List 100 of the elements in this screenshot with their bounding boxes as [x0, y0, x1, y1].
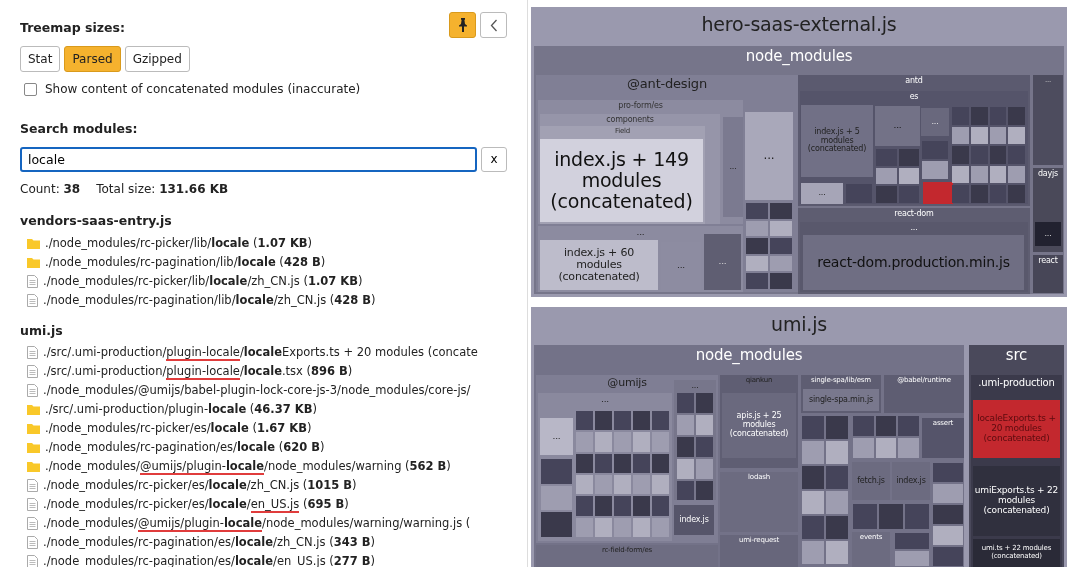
treemap-cell[interactable] — [895, 550, 929, 566]
pin-button[interactable] — [449, 12, 476, 38]
treemap-cell[interactable] — [970, 185, 988, 203]
treemap-cell[interactable] — [952, 185, 969, 203]
treemap-cell[interactable] — [970, 107, 988, 125]
treemap-group[interactable]: antd es index.js + 5 modules (concatenated) ... ... ... — [798, 75, 1030, 206]
module-path[interactable]: ./node_modules/rc-picker/es/locale/zh_CN.js (1015 B) — [43, 476, 357, 496]
treemap-cell[interactable] — [696, 459, 713, 479]
treemap-cell[interactable] — [614, 411, 631, 431]
treemap-cell[interactable] — [677, 415, 694, 435]
treemap-group[interactable] — [534, 345, 964, 567]
treemap-cell[interactable] — [802, 441, 824, 464]
treemap-cell[interactable]: ... — [1035, 222, 1061, 246]
treemap-cell[interactable] — [802, 516, 824, 539]
treemap-group[interactable]: @umijs ... ... ... index.js — [536, 375, 718, 543]
treemap-cell[interactable] — [933, 484, 963, 503]
treemap-cell[interactable] — [923, 182, 953, 204]
treemap-cell[interactable] — [770, 238, 792, 254]
treemap-cell[interactable] — [652, 517, 669, 537]
treemap-cell[interactable]: index.js + 60 modules (concatenated) — [540, 240, 658, 290]
treemap-cell[interactable] — [576, 475, 593, 495]
module-path[interactable]: ./node_modules/@umijs/plugin-locale/node_modules/warning (562 B) — [45, 457, 451, 477]
treemap-cell[interactable] — [576, 496, 593, 516]
treemap-cell[interactable]: apis.js + 25 modules (concatenated) — [722, 393, 796, 458]
treemap-cell[interactable] — [905, 504, 929, 529]
treemap-cell[interactable] — [677, 393, 694, 413]
treemap-cell[interactable] — [876, 167, 897, 185]
treemap-group[interactable]: es index.js + 5 modules (concatenated) ... ... ... — [800, 91, 1028, 204]
module-path[interactable]: ./node_modules/@umijs/plugin-locale/node_modules/warning/warning.js ( — [43, 514, 471, 534]
treemap-cell[interactable] — [595, 496, 612, 516]
module-path[interactable]: ./node_modules/rc-pagination/es/locale (620 B) — [45, 438, 325, 458]
treemap-cell[interactable]: ... — [745, 112, 793, 200]
module-path[interactable]: ./node_modules/rc-picker/es/locale/en_US.js (695 B) — [43, 495, 349, 515]
treemap-cell[interactable] — [826, 441, 848, 464]
treemap-cell[interactable] — [989, 185, 1007, 203]
treemap-cell[interactable] — [633, 411, 650, 431]
treemap-group[interactable] — [534, 46, 1064, 294]
treemap-cell[interactable] — [933, 463, 963, 482]
treemap-cell[interactable]: react — [1033, 255, 1063, 293]
treemap-cell[interactable] — [595, 453, 612, 473]
treemap-cell[interactable] — [614, 496, 631, 516]
treemap-cell[interactable] — [770, 203, 792, 219]
treemap-cell[interactable] — [614, 453, 631, 473]
treemap-cell[interactable] — [802, 466, 824, 489]
treemap-cell[interactable] — [1008, 107, 1025, 125]
module-path[interactable]: ./src/.umi-production/plugin-locale/locale.tsx (896 B) — [43, 362, 353, 382]
treemap-cell[interactable] — [876, 186, 897, 203]
collapse-button[interactable] — [480, 12, 507, 38]
treemap-cell[interactable] — [826, 466, 848, 489]
treemap-cell[interactable] — [898, 186, 919, 203]
treemap-cell[interactable] — [595, 517, 612, 537]
treemap-cell[interactable] — [952, 126, 969, 145]
treemap-cell[interactable] — [826, 491, 848, 514]
treemap-cell[interactable] — [802, 541, 824, 564]
treemap-cell[interactable] — [614, 475, 631, 495]
treemap-cell[interactable] — [677, 481, 694, 500]
treemap-cell[interactable] — [541, 485, 572, 511]
treemap-cell[interactable] — [696, 415, 713, 435]
treemap-cell[interactable] — [802, 491, 824, 514]
bundle-block[interactable] — [531, 7, 1067, 297]
treemap-cell[interactable] — [933, 505, 963, 524]
treemap-cell[interactable] — [652, 475, 669, 495]
treemap-cell[interactable] — [541, 459, 572, 484]
treemap-cell[interactable] — [1008, 165, 1025, 184]
treemap-cell[interactable] — [614, 517, 631, 537]
treemap-cell[interactable] — [770, 220, 792, 237]
treemap-cell[interactable] — [970, 146, 988, 164]
treemap-cell[interactable] — [875, 438, 897, 458]
treemap-cell[interactable] — [746, 238, 768, 254]
module-path[interactable]: ./node_modules/rc-picker/lib/locale/zh_CN.js (1.07 KB) — [43, 271, 363, 291]
module-path[interactable]: ./node_modules/@umijs/babel-plugin-lock-core-js-3/node_modules/core-js/ — [43, 381, 471, 401]
treemap-cell[interactable]: single-spa.min.js — [803, 389, 879, 411]
treemap-cell[interactable] — [746, 220, 768, 237]
treemap-cell[interactable]: index.js — [674, 505, 714, 535]
treemap-cell[interactable] — [696, 437, 713, 457]
treemap-cell[interactable] — [853, 416, 874, 436]
treemap-cell[interactable] — [875, 416, 897, 436]
treemap-cell[interactable] — [633, 496, 650, 516]
treemap-cell[interactable]: ... — [801, 183, 843, 204]
treemap-cell[interactable] — [853, 438, 874, 458]
treemap-cell[interactable] — [879, 504, 903, 529]
treemap-cell[interactable]: umiExports.ts + 22 modules (concatenated) — [973, 466, 1060, 536]
treemap-cell[interactable] — [802, 416, 824, 439]
treemap-cell[interactable] — [898, 149, 919, 166]
treemap-cell[interactable] — [933, 526, 963, 545]
treemap-cell[interactable]: ... — [723, 117, 743, 217]
treemap-group[interactable]: ... — [674, 380, 716, 500]
module-path[interactable]: ./node_modules/rc-pagination/lib/locale/zh_CN.js (428 B) — [43, 290, 376, 310]
treemap-cell[interactable]: react-dom.production.min.js — [803, 235, 1024, 290]
treemap-cell[interactable] — [652, 453, 669, 473]
module-path[interactable]: ./src/.umi-production/plugin-locale (46.37 KB) — [45, 400, 317, 420]
treemap-cell[interactable] — [746, 255, 768, 272]
treemap-cell[interactable] — [1008, 126, 1025, 145]
treemap-cell[interactable] — [633, 475, 650, 495]
treemap-cell[interactable] — [652, 411, 669, 431]
treemap-cell[interactable] — [576, 453, 593, 473]
treemap-cell[interactable] — [898, 167, 919, 185]
treemap-cell[interactable] — [595, 432, 612, 452]
clear-button[interactable]: x — [481, 146, 507, 172]
search-field[interactable]: locale — [20, 146, 477, 172]
